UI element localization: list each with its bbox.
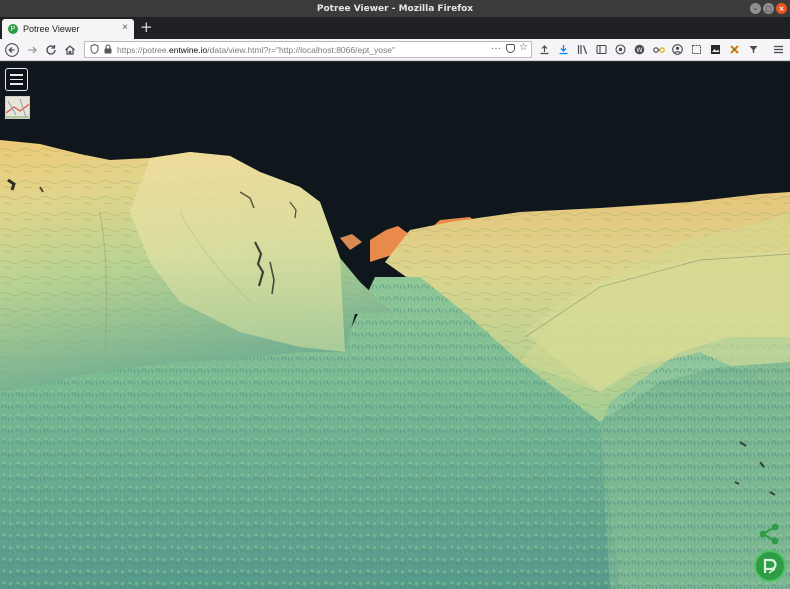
library-icon[interactable] — [576, 43, 589, 56]
potree-logo-icon[interactable] — [754, 550, 786, 582]
navigation-toolbar: https://potree.entwine.io/data/view.html… — [0, 39, 790, 61]
potree-3d-viewer[interactable] — [0, 62, 790, 589]
tracking-shield-icon[interactable] — [90, 43, 99, 56]
minimize-window-button[interactable]: – — [750, 3, 761, 14]
potree-favicon-icon: P — [8, 24, 18, 34]
url-text: https://potree.entwine.io/data/view.html… — [117, 44, 395, 55]
close-tab-icon[interactable]: × — [122, 22, 128, 33]
point-cloud-canvas[interactable] — [0, 62, 790, 589]
forward-arrow-icon[interactable] — [24, 42, 40, 58]
filter-extension-icon[interactable] — [747, 43, 760, 56]
upload-icon[interactable] — [538, 43, 551, 56]
new-tab-button[interactable]: + — [140, 18, 153, 36]
tab-potree-viewer[interactable]: P Potree Viewer × — [2, 19, 134, 39]
menu-bar-line — [10, 78, 23, 81]
lock-icon[interactable] — [104, 43, 112, 56]
maximize-window-button[interactable]: □ — [763, 3, 774, 14]
image-extension-icon[interactable] — [709, 43, 722, 56]
back-arrow-icon[interactable] — [4, 42, 20, 58]
container-icon[interactable] — [614, 43, 627, 56]
downloads-icon[interactable] — [557, 43, 570, 56]
account-icon[interactable] — [671, 43, 684, 56]
svg-text:W: W — [636, 46, 643, 54]
map-toggle-button[interactable] — [5, 96, 30, 119]
tab-strip: P Potree Viewer × + — [0, 17, 790, 39]
window-title: Potree Viewer - Mozilla Firefox — [316, 3, 474, 14]
sidebar-menu-button[interactable] — [5, 68, 28, 91]
home-icon[interactable] — [62, 42, 78, 58]
close-window-button[interactable]: × — [776, 3, 787, 14]
menu-bar-line — [10, 73, 23, 76]
reload-icon[interactable] — [43, 42, 59, 58]
window-titlebar: Potree Viewer - Mozilla Firefox – □ × — [0, 0, 790, 17]
share-icon[interactable] — [757, 522, 781, 546]
sidebar-icon[interactable] — [595, 43, 608, 56]
tab-title: Potree Viewer — [23, 24, 80, 34]
map-icon — [6, 97, 29, 118]
page-actions-icon[interactable]: ··· — [491, 43, 501, 54]
glasses-extension-icon[interactable] — [652, 43, 665, 56]
bookmark-star-icon[interactable]: ☆ — [519, 42, 528, 53]
tools-extension-icon[interactable] — [728, 43, 741, 56]
screenshot-icon[interactable] — [690, 43, 703, 56]
url-bar[interactable]: https://potree.entwine.io/data/view.html… — [84, 41, 532, 58]
wikipedia-icon[interactable]: W — [633, 43, 646, 56]
hamburger-menu-icon[interactable] — [772, 43, 785, 56]
pocket-icon[interactable] — [506, 44, 515, 53]
menu-bar-line — [10, 83, 23, 86]
